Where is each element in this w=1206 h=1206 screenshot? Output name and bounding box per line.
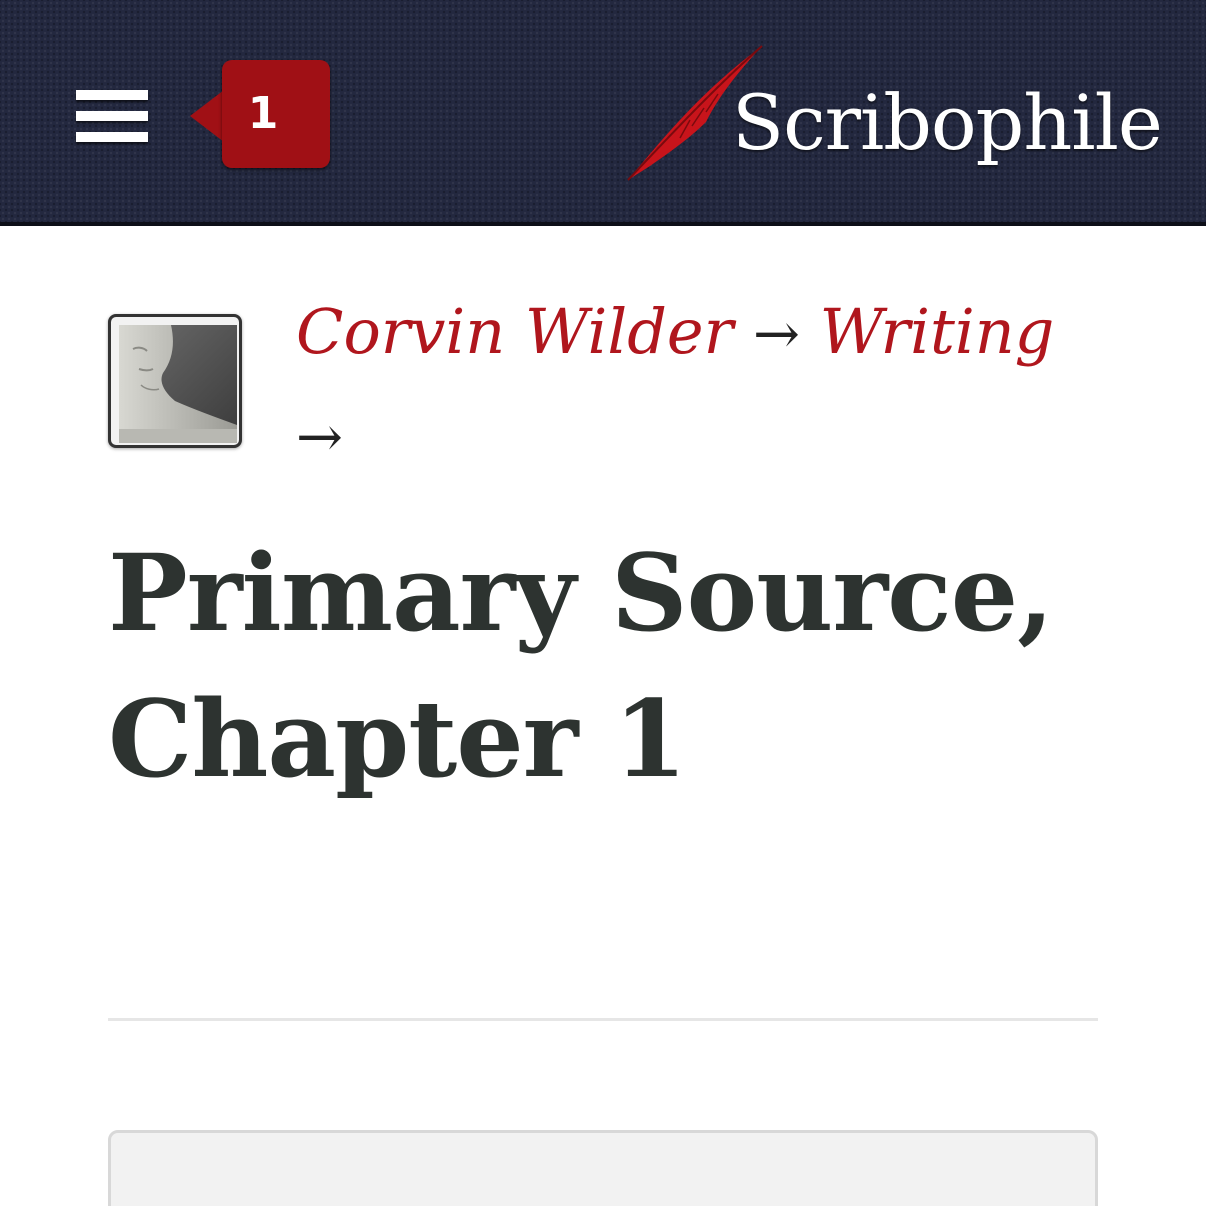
hamburger-menu-icon[interactable] (76, 90, 148, 146)
author-avatar[interactable] (108, 314, 242, 448)
notification-count: 1 (247, 88, 279, 139)
top-header: 1 Scribophile (0, 0, 1206, 226)
menu-bar (76, 132, 148, 142)
content-panel (108, 1130, 1098, 1206)
breadcrumb-separator: → (296, 405, 343, 470)
divider (108, 1018, 1098, 1021)
page-title: Primary Source, Chapter 1 (108, 530, 1054, 801)
badge-pointer (190, 90, 224, 142)
breadcrumb-separator: → (752, 302, 800, 367)
menu-bar (76, 111, 148, 121)
breadcrumb-author-link[interactable]: Corvin Wilder (296, 295, 733, 368)
statue-avatar-image (119, 325, 237, 443)
menu-bar (76, 90, 148, 100)
breadcrumb: Corvin Wilder → Writing → (296, 282, 1116, 488)
logo-text: Scribophile (732, 78, 1163, 167)
site-logo[interactable]: Scribophile (620, 42, 1180, 192)
breadcrumb-writing-link[interactable]: Writing (820, 295, 1055, 368)
notification-badge[interactable]: 1 (188, 60, 332, 168)
